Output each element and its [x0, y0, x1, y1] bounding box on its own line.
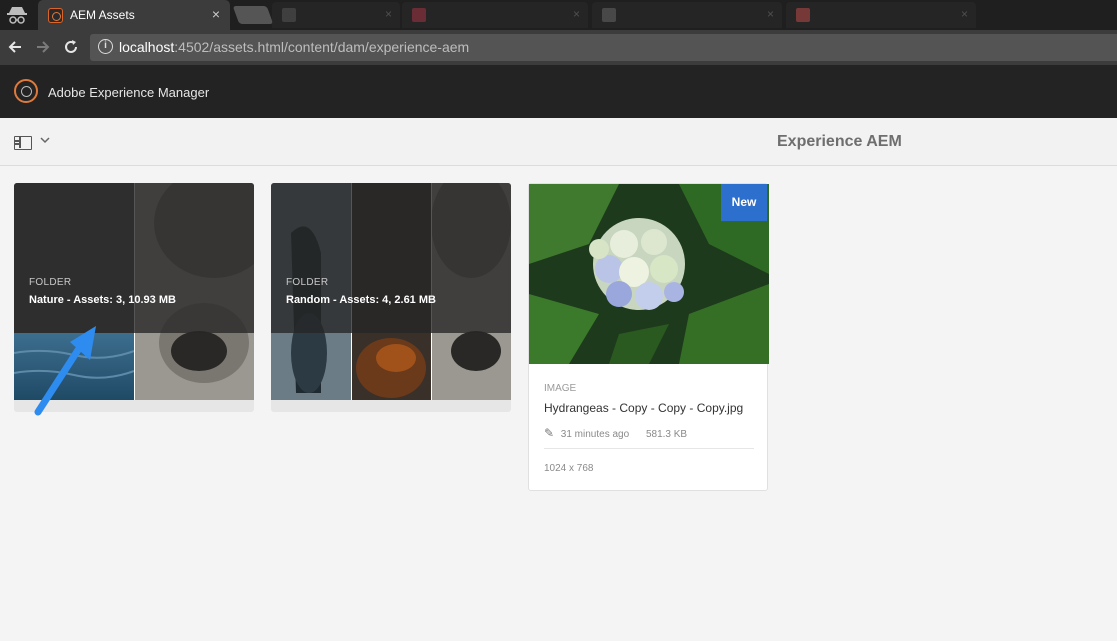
folder-card-random[interactable]: FOLDER Random - Assets: 4, 2.61 MB [271, 183, 511, 412]
card-type-label: FOLDER [29, 277, 72, 288]
tab-aem-assets[interactable]: AEM Assets × [38, 0, 230, 31]
image-dimensions: 1024 x 768 [544, 463, 594, 474]
card-meta: ✎ 31 minutes ago 581.3 KB [544, 426, 687, 440]
tab-title: AEM Assets [70, 8, 135, 22]
folder-overlay [14, 183, 254, 333]
action-bar: Experience AEM [0, 118, 1117, 166]
background-tab[interactable]: × [592, 2, 782, 28]
background-tab[interactable]: × [402, 2, 588, 28]
tab-favicon-icon [602, 8, 616, 22]
background-tab[interactable]: × [786, 2, 976, 28]
product-title[interactable]: Adobe Experience Manager [48, 85, 209, 100]
incognito-icon [7, 7, 27, 24]
aem-logo-icon[interactable] [14, 79, 38, 103]
file-size: 581.3 KB [645, 429, 688, 440]
modified-time: 31 minutes ago [560, 429, 630, 440]
card-type-label: FOLDER [286, 277, 329, 288]
page-title: Experience AEM [777, 133, 902, 150]
info-icon[interactable]: i [98, 39, 113, 54]
address-bar[interactable]: i localhost:4502/assets.html/content/dam… [90, 34, 1117, 61]
background-tab[interactable]: × [272, 2, 400, 28]
card-title[interactable]: Nature - Assets: 3, 10.93 MB [29, 294, 176, 306]
aem-favicon-icon [48, 8, 63, 23]
card-type-label: IMAGE [544, 383, 577, 394]
rail-toggle-icon[interactable] [14, 136, 32, 150]
folder-overlay [271, 183, 511, 333]
tab-close-button[interactable]: × [212, 6, 220, 22]
card-title[interactable]: Hydrangeas - Copy - Copy - Copy.jpg [544, 401, 743, 415]
pencil-icon: ✎ [544, 426, 555, 440]
image-card-hydrangeas[interactable]: New IMAGE Hydrangeas - Copy - Copy - Cop… [528, 183, 769, 491]
url-path: :4502/assets.html/content/dam/experience… [174, 39, 470, 55]
tab-close-button[interactable]: × [385, 7, 392, 21]
url-text: localhost:4502/assets.html/content/dam/e… [119, 39, 469, 55]
reload-icon[interactable] [62, 38, 80, 56]
annotation-arrow-icon [34, 326, 96, 416]
tab-favicon-icon [412, 8, 426, 22]
new-tab-button[interactable] [232, 6, 274, 24]
back-arrow-icon[interactable] [6, 38, 24, 56]
divider [544, 448, 754, 449]
aem-shell-header: Adobe Experience Manager [0, 65, 1117, 118]
tab-close-button[interactable]: × [961, 7, 968, 21]
tab-close-button[interactable]: × [767, 7, 774, 21]
card-title[interactable]: Random - Assets: 4, 2.61 MB [286, 294, 436, 306]
browser-toolbar: i localhost:4502/assets.html/content/dam… [0, 30, 1117, 65]
browser-tab-strip: AEM Assets × × × × × [0, 0, 1117, 31]
chevron-down-icon[interactable] [40, 135, 50, 145]
forward-arrow-icon[interactable] [34, 38, 52, 56]
tab-close-button[interactable]: × [573, 7, 580, 21]
url-host: localhost [119, 39, 175, 55]
tab-favicon-icon [282, 8, 296, 22]
tab-favicon-icon [796, 8, 810, 22]
new-badge: New [721, 184, 767, 221]
